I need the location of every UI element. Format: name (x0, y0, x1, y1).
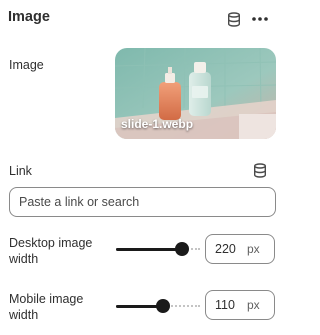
mobile-width-slider[interactable] (116, 297, 200, 315)
panel-header: Image (8, 8, 283, 30)
mobile-width-input[interactable] (206, 298, 242, 312)
desktop-width-input[interactable] (206, 242, 242, 256)
unit-label: px (247, 242, 260, 256)
mobile-width-field: px (205, 290, 275, 320)
image-picker[interactable]: slide-1.webp (115, 48, 276, 139)
more-horizontal-icon[interactable] (250, 10, 270, 28)
link-label: Link (9, 164, 32, 178)
mobile-width-label: Mobile image (9, 292, 84, 306)
desktop-width-slider[interactable] (116, 240, 200, 258)
desktop-width-field: px (205, 234, 275, 264)
slider-thumb[interactable] (174, 242, 189, 256)
slider-thumb[interactable] (156, 299, 171, 313)
panel-title: Image (8, 9, 50, 25)
mobile-width-label-line2: width (9, 308, 39, 322)
image-filename: slide-1.webp (121, 117, 194, 131)
slider-fill (116, 248, 182, 251)
database-icon[interactable] (225, 10, 243, 28)
desktop-width-label-line2: width (9, 252, 39, 266)
unit-label: px (247, 298, 260, 312)
image-label: Image (9, 58, 44, 72)
desktop-width-label: Desktop image (9, 236, 93, 250)
database-icon[interactable] (251, 161, 269, 179)
link-input[interactable] (9, 187, 276, 217)
